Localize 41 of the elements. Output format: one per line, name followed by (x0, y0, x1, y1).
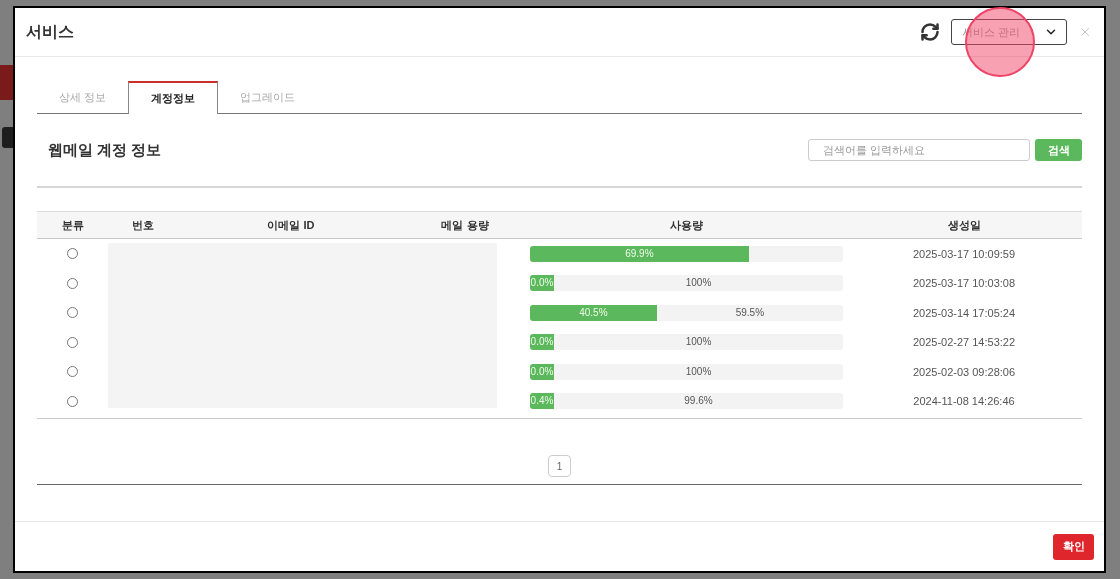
usage-label: 69.9% (625, 248, 654, 259)
tab[interactable]: 계정정보 (128, 81, 219, 114)
column-header: 이메일 ID (266, 217, 316, 233)
page-button[interactable]: 1 (548, 455, 571, 477)
section-title: 웹메일 계정 정보 (48, 139, 162, 160)
free-label: 100% (685, 278, 712, 289)
column-header: 사용량 (668, 217, 704, 233)
modal-title: 서비스 (26, 22, 74, 42)
column-header: 메일 용량 (440, 217, 490, 233)
radio-button[interactable] (67, 366, 78, 378)
free-label: 100% (685, 366, 712, 377)
date-cell-text: 2025-02-27 14:53:22 (912, 335, 1016, 350)
date-cell-text: 2025-02-03 09:28:06 (912, 364, 1016, 380)
free-label: 59.5% (735, 307, 765, 318)
radio-button[interactable] (67, 395, 78, 407)
search-field[interactable]: 검색어를 입력하세요 (808, 139, 1030, 161)
background-banner (0, 65, 13, 100)
date-cell-text: 2025-03-17 10:03:08 (912, 276, 1016, 291)
column-header: 분류 (60, 217, 85, 233)
usage-label: 40.5% (579, 307, 608, 318)
usage-label: 0.0% (530, 337, 554, 348)
usage-label: 0.0% (530, 278, 554, 289)
date-cell-text: 2025-03-17 10:09:59 (912, 246, 1016, 262)
date-cell-text: 2025-03-14 17:05:24 (912, 305, 1016, 321)
tab[interactable]: 업그레이드 (218, 81, 318, 113)
radio-button[interactable] (67, 248, 78, 260)
background-panel (2, 127, 13, 148)
free-label: 99.6% (684, 396, 713, 407)
usage-label: 0.4% (530, 396, 554, 407)
refresh-icon[interactable] (920, 22, 940, 42)
tab[interactable]: 상세 정보 (37, 81, 129, 113)
column-header: 번호 (131, 217, 155, 233)
search-button[interactable]: 검색 (1035, 139, 1082, 161)
usage-label: 0.0% (530, 366, 554, 377)
radio-button[interactable] (67, 277, 78, 289)
free-label: 100% (685, 337, 712, 348)
column-header: 생성일 (946, 217, 982, 233)
radio-button[interactable] (67, 307, 78, 319)
radio-button[interactable] (67, 336, 78, 348)
date-cell-text: 2024-11-08 14:26:46 (913, 394, 1015, 409)
confirm-button[interactable]: 확인 (1053, 533, 1094, 560)
